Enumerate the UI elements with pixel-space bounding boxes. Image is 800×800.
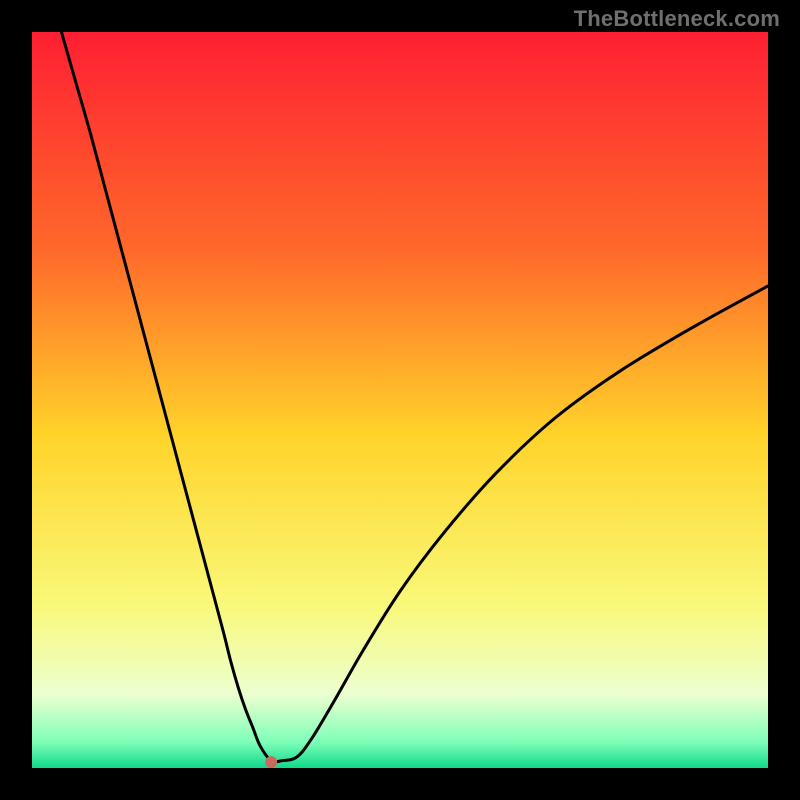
watermark-text: TheBottleneck.com bbox=[574, 6, 780, 32]
chart-frame: TheBottleneck.com bbox=[0, 0, 800, 800]
optimum-marker bbox=[265, 756, 277, 768]
plot-area bbox=[32, 32, 768, 768]
plot-svg bbox=[32, 32, 768, 768]
gradient-background bbox=[32, 32, 768, 768]
